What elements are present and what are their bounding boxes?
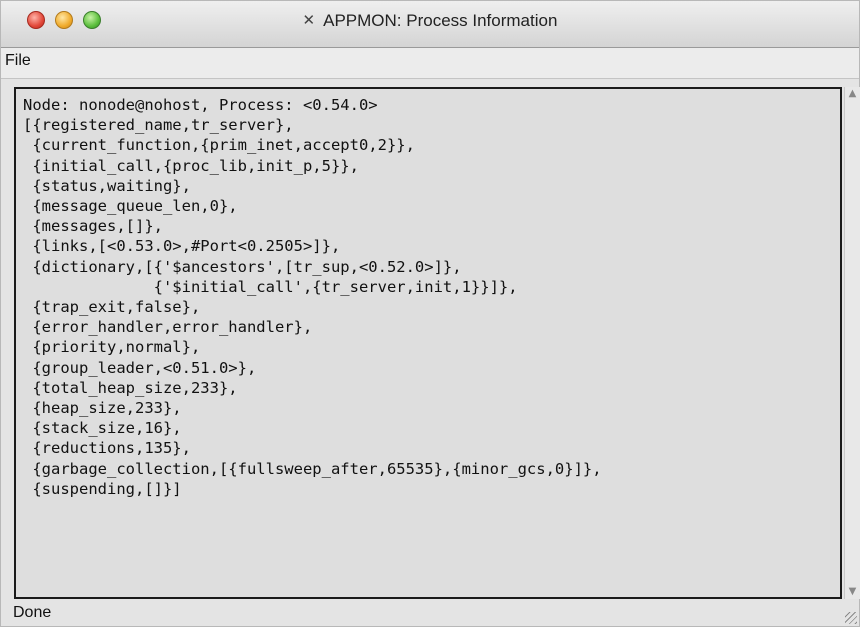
scroll-down-icon[interactable]: ▼	[845, 585, 860, 599]
process-info-line: {garbage_collection,[{fullsweep_after,65…	[23, 459, 602, 478]
process-info-line: {reductions,135},	[23, 439, 191, 458]
process-info-line: {stack_size,16},	[23, 419, 182, 438]
process-info-line: {'$initial_call',{tr_server,init,1}}]},	[23, 277, 518, 296]
process-info-line: {current_function,{prim_inet,accept0,2}}…	[23, 136, 415, 155]
menu-bar: File	[1, 48, 859, 79]
appmon-window: ✕ APPMON: Process Information File Node: …	[0, 0, 860, 627]
resize-grip-icon[interactable]	[845, 612, 857, 624]
process-info-line: {error_handler,error_handler},	[23, 318, 313, 337]
process-info-line: {links,[<0.53.0>,#Port<0.2505>]},	[23, 237, 341, 256]
process-info-line: {messages,[]},	[23, 217, 163, 236]
process-info-line: {heap_size,233},	[23, 399, 182, 418]
process-info-line: {group_leader,<0.51.0>},	[23, 358, 257, 377]
process-info-line: {status,waiting},	[23, 176, 191, 195]
process-info-text: Node: nonode@nohost, Process: <0.54.0> […	[23, 95, 602, 499]
process-info-line: {message_queue_len,0},	[23, 197, 238, 216]
scroll-up-icon[interactable]: ▲	[845, 87, 860, 101]
process-info-line: {initial_call,{proc_lib,init_p,5}},	[23, 156, 359, 175]
process-info-line: {priority,normal},	[23, 338, 201, 357]
process-info-line: [{registered_name,tr_server},	[23, 116, 294, 135]
status-text: Done	[13, 604, 52, 621]
process-info-line: {trap_exit,false},	[23, 298, 201, 317]
menu-file[interactable]: File	[5, 52, 31, 70]
vertical-scrollbar[interactable]: ▲ ▼	[844, 87, 860, 599]
process-info-line: {dictionary,[{'$ancestors',[tr_sup,<0.52…	[23, 257, 462, 276]
window-title-wrap: ✕ APPMON: Process Information	[1, 11, 859, 31]
title-bar[interactable]: ✕ APPMON: Process Information	[1, 1, 859, 48]
process-info-line: Node: nonode@nohost, Process: <0.54.0>	[23, 96, 378, 114]
window-title: APPMON: Process Information	[323, 11, 558, 30]
process-info-line: {total_heap_size,233},	[23, 378, 238, 397]
process-info-line: {suspending,[]}]	[23, 479, 182, 498]
process-info-panel[interactable]: Node: nonode@nohost, Process: <0.54.0> […	[14, 87, 842, 599]
x11-icon: ✕	[302, 11, 316, 29]
status-bar: Done	[1, 602, 859, 626]
